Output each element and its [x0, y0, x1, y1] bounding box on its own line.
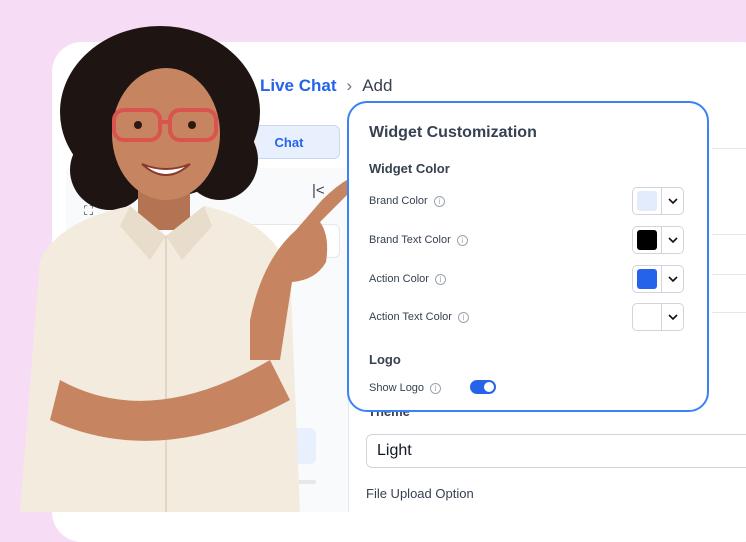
woman-pointing-illustration	[20, 26, 354, 512]
brand-color-picker[interactable]	[632, 187, 684, 215]
logo-heading: Logo	[369, 352, 401, 367]
info-icon[interactable]: i	[457, 311, 469, 323]
widget-customization-card: Widget Customization Widget Color Brand …	[347, 101, 709, 412]
breadcrumb-add: Add	[362, 76, 393, 95]
action-text-color-swatch	[637, 307, 657, 327]
action-text-color-label: Action Text Color i	[369, 311, 469, 323]
action-text-color-picker[interactable]	[632, 303, 684, 331]
brand-text-color-picker[interactable]	[632, 226, 684, 254]
file-upload-label: File Upload Option	[366, 486, 474, 501]
brand-color-swatch	[637, 191, 657, 211]
card-title: Widget Customization	[369, 124, 537, 141]
action-color-label: Action Color i	[369, 273, 446, 285]
chevron-down-icon[interactable]	[662, 227, 683, 253]
brand-text-color-label: Brand Text Color i	[369, 234, 468, 246]
widget-color-heading: Widget Color	[369, 161, 450, 176]
theme-select[interactable]: Light	[366, 434, 746, 468]
show-logo-toggle[interactable]	[470, 380, 496, 394]
info-icon[interactable]: i	[433, 195, 445, 207]
info-icon[interactable]: i	[434, 273, 446, 285]
action-color-text: Action Color	[369, 273, 429, 285]
action-color-picker[interactable]	[632, 265, 684, 293]
brand-color-label: Brand Color i	[369, 195, 445, 207]
action-color-swatch	[637, 269, 657, 289]
chevron-down-icon[interactable]	[662, 266, 683, 292]
action-text-color-text: Action Text Color	[369, 311, 452, 323]
brand-text-color-swatch	[637, 230, 657, 250]
brand-color-text: Brand Color	[369, 195, 428, 207]
chevron-down-icon[interactable]	[662, 304, 683, 330]
info-icon[interactable]: i	[456, 234, 468, 246]
brand-text-color-text: Brand Text Color	[369, 234, 451, 246]
toggle-knob	[484, 382, 494, 392]
chevron-down-icon[interactable]	[662, 188, 683, 214]
info-icon[interactable]: i	[430, 382, 442, 394]
show-logo-label: Show Logo i	[369, 382, 442, 394]
show-logo-text: Show Logo	[369, 382, 425, 394]
